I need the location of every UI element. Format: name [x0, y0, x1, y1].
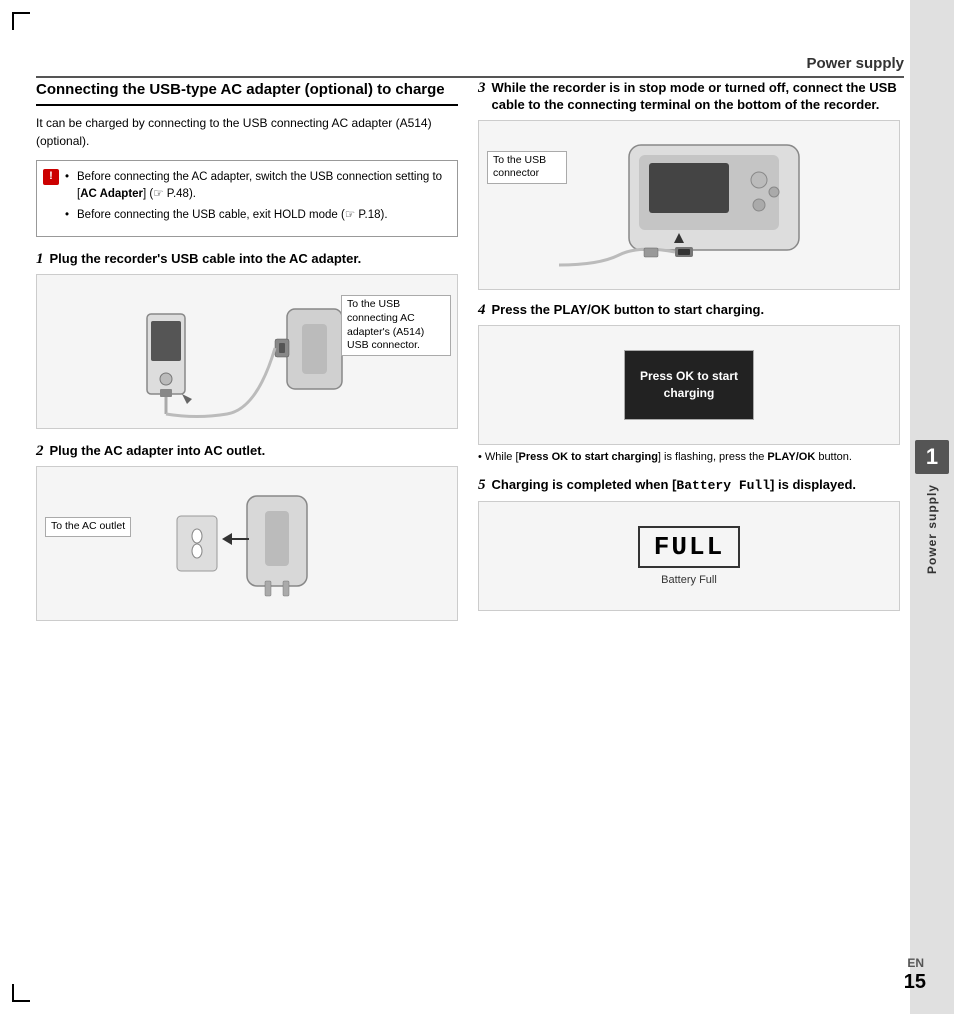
warning-item-2: Before connecting the USB cable, exit HO…: [65, 207, 447, 224]
step-4-title: 4 Press the PLAY/OK button to start char…: [478, 302, 900, 319]
step-1-image: To the USB connecting AC adapter's (A514…: [36, 274, 458, 429]
step-1-title: 1 Plug the recorder's USB cable into the…: [36, 251, 458, 268]
step-5-text: Charging is completed when [Battery Full…: [492, 477, 857, 495]
main-content: Connecting the USB-type AC adapter (opti…: [36, 80, 900, 974]
corner-mark-tl: [12, 12, 30, 30]
step-1-illustration: [117, 279, 377, 424]
step-5-full-display: FULL: [638, 526, 740, 568]
step-1: 1 Plug the recorder's USB cable into the…: [36, 251, 458, 429]
corner-mark-bl: [12, 984, 30, 1002]
step-5-display-text: FULL: [654, 532, 724, 562]
step-1-callout: To the USB connecting AC adapter's (A514…: [341, 295, 451, 356]
step-5-title: 5 Charging is completed when [Battery Fu…: [478, 477, 900, 495]
step-3-text: While the recorder is in stop mode or tu…: [492, 80, 901, 114]
step-4-note: While [Press OK to start charging] is fl…: [478, 450, 900, 465]
step-5: 5 Charging is completed when [Battery Fu…: [478, 477, 900, 611]
step-1-number: 1: [36, 251, 44, 268]
step-2-text: Plug the AC adapter into AC outlet.: [50, 443, 266, 458]
step-4-display: Press OK to start charging: [624, 350, 754, 420]
step-5-battery-label: Battery Full: [661, 574, 717, 586]
right-column: 3 While the recorder is in stop mode or …: [478, 80, 900, 974]
step-4-text: Press the PLAY/OK button to start chargi…: [492, 302, 765, 319]
section-description: It can be charged by connecting to the U…: [36, 114, 458, 150]
warning-list: Before connecting the AC adapter, switch…: [65, 169, 447, 225]
step-5-number: 5: [478, 477, 486, 494]
warning-box: ! Before connecting the AC adapter, swit…: [36, 160, 458, 238]
step-2: 2 Plug the AC adapter into AC outlet. To…: [36, 443, 458, 621]
step-5-image: FULL Battery Full: [478, 501, 900, 611]
warning-item-1: Before connecting the AC adapter, switch…: [65, 169, 447, 204]
step-4-number: 4: [478, 302, 486, 319]
en-label: EN: [907, 956, 924, 970]
page-number: 15: [904, 971, 926, 994]
step-3-image: To the USB connector: [478, 120, 900, 290]
step-4-image: Press OK to start charging: [478, 325, 900, 445]
page-header: Power supply: [36, 55, 904, 78]
step-2-image: To the AC outlet: [36, 466, 458, 621]
step-2-callout: To the AC outlet: [45, 517, 131, 537]
sidebar-chapter-text: Power supply: [925, 484, 939, 574]
step-2-illustration: [117, 471, 377, 616]
step-4-display-text: Press OK to start charging: [625, 368, 753, 402]
step-3-number: 3: [478, 80, 486, 97]
warning-icon: !: [43, 169, 59, 185]
section-title: Connecting the USB-type AC adapter (opti…: [36, 80, 458, 106]
sidebar-chapter-number: 1: [915, 440, 949, 474]
step-3: 3 While the recorder is in stop mode or …: [478, 80, 900, 290]
left-column: Connecting the USB-type AC adapter (opti…: [36, 80, 458, 974]
step-4: 4 Press the PLAY/OK button to start char…: [478, 302, 900, 465]
step-3-illustration: [539, 125, 839, 285]
step-2-title: 2 Plug the AC adapter into AC outlet.: [36, 443, 458, 460]
step-3-callout: To the USB connector: [487, 151, 567, 184]
step-2-number: 2: [36, 443, 44, 460]
page-header-title: Power supply: [806, 55, 904, 72]
step-3-title: 3 While the recorder is in stop mode or …: [478, 80, 900, 114]
right-sidebar: 1 Power supply: [910, 0, 954, 1014]
step-1-text: Plug the recorder's USB cable into the A…: [50, 251, 362, 266]
